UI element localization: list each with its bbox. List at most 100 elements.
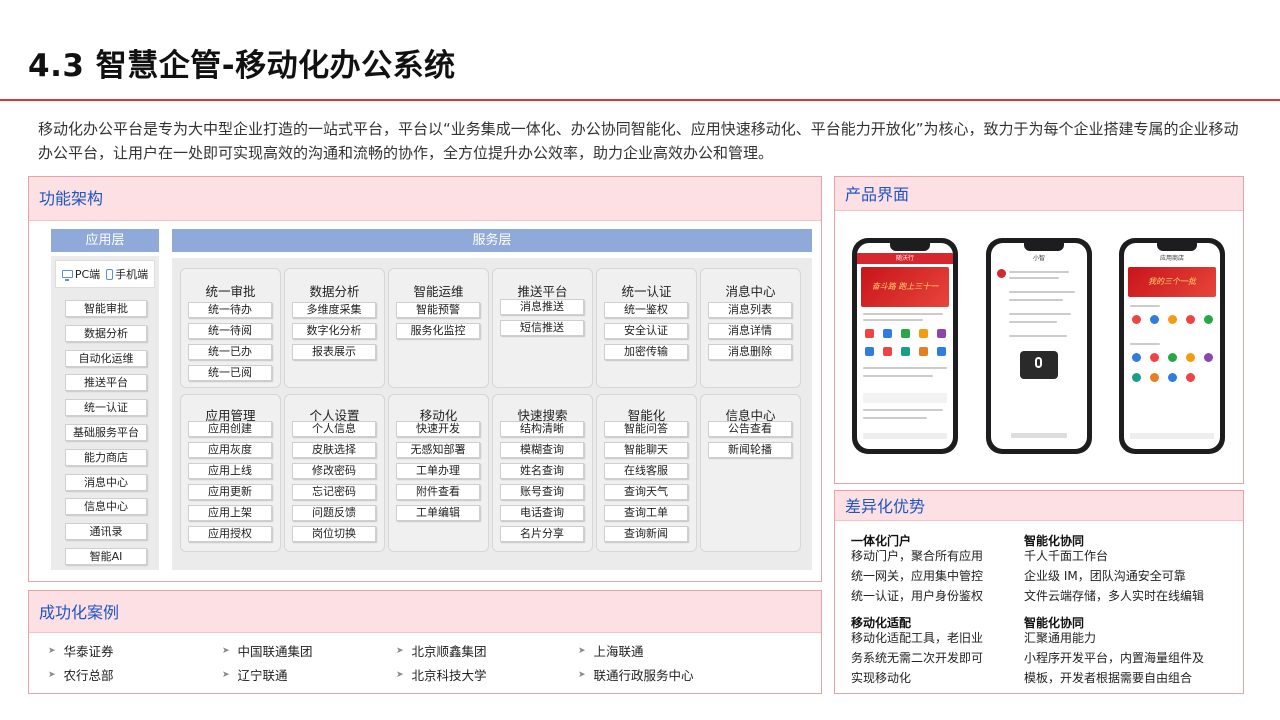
service-item[interactable]: 统一已阅 xyxy=(188,365,272,381)
arrow-bullet-icon: ➤ xyxy=(578,645,586,656)
service-item[interactable]: 应用更新 xyxy=(188,484,272,500)
case-item: ➤ 联通行政服务中心 xyxy=(578,665,694,684)
app-layer-item[interactable]: 推送平台 xyxy=(65,374,147,392)
phone-icon xyxy=(106,268,114,280)
service-item[interactable]: 应用授权 xyxy=(188,526,272,542)
app-layer-item[interactable]: 基础服务平台 xyxy=(65,424,147,441)
app-icon xyxy=(1150,315,1159,324)
service-item[interactable]: 忘记密码 xyxy=(292,484,376,500)
arrow-bullet-icon: ➤ xyxy=(578,669,586,680)
service-item[interactable]: 短信推送 xyxy=(500,320,584,336)
arrow-bullet-icon: ➤ xyxy=(48,645,56,656)
service-item[interactable]: 消息详情 xyxy=(708,323,792,339)
service-item[interactable]: 多维度采集 xyxy=(292,302,376,318)
service-item[interactable]: 加密传输 xyxy=(604,344,688,360)
app-icon xyxy=(919,347,928,356)
service-item[interactable]: 名片分享 xyxy=(500,526,584,542)
service-item[interactable]: 安全认证 xyxy=(604,323,688,339)
service-item[interactable]: 快速开发 xyxy=(396,421,480,437)
arrow-bullet-icon: ➤ xyxy=(396,645,404,656)
service-item[interactable]: 账号查询 xyxy=(500,484,584,500)
case-name: 北京科技大学 xyxy=(411,668,487,683)
pc-device: PC端 xyxy=(61,266,101,282)
phone-mockup-assistant: 小智 xyxy=(986,238,1092,454)
app-layer-item[interactable]: 通讯录 xyxy=(65,523,147,541)
service-item[interactable]: 数字化分析 xyxy=(292,323,376,339)
app-icon xyxy=(1132,373,1141,382)
service-item[interactable]: 智能预警 xyxy=(396,302,480,318)
service-item[interactable]: 应用上线 xyxy=(188,463,272,479)
service-item[interactable]: 结构清晰 xyxy=(500,421,584,437)
service-module: 智能运维 智能预警 服务化监控 xyxy=(388,268,489,388)
phone-mockup-home: 随沃行 奋斗路 跑上三十一 xyxy=(852,238,958,454)
app-icon xyxy=(1186,353,1195,362)
app-layer-item[interactable]: 智能审批 xyxy=(65,300,147,317)
app-layer-item[interactable]: 数据分析 xyxy=(65,324,147,342)
service-item[interactable]: 应用上架 xyxy=(188,505,272,521)
phone-screen: 小智 xyxy=(991,243,1087,449)
service-item[interactable]: 智能聊天 xyxy=(604,442,688,458)
advantage-text: 模板，开发者根据需要自由组合 xyxy=(1024,671,1193,685)
service-item[interactable]: 电话查询 xyxy=(500,505,584,521)
service-item[interactable]: 查询天气 xyxy=(604,484,688,500)
service-item[interactable]: 统一待办 xyxy=(188,302,272,318)
case-name: 农行总部 xyxy=(63,668,114,683)
service-item[interactable]: 服务化监控 xyxy=(396,323,480,339)
service-item[interactable]: 新闻轮播 xyxy=(708,442,792,458)
device-types: PC端 手机端 xyxy=(55,260,155,288)
service-item[interactable]: 统一已办 xyxy=(188,344,272,360)
app-layer-item[interactable]: 统一认证 xyxy=(65,399,147,417)
service-item[interactable]: 个人信息 xyxy=(292,421,376,437)
service-item[interactable]: 工单办理 xyxy=(396,463,480,479)
page-title: 4.3 智慧企管-移动化办公系统 xyxy=(28,48,456,84)
service-item[interactable]: 工单编辑 xyxy=(396,505,480,521)
service-item[interactable]: 公告查看 xyxy=(708,421,792,437)
case-name: 华泰证券 xyxy=(63,644,114,659)
service-item[interactable]: 统一鉴权 xyxy=(604,302,688,318)
service-item[interactable]: 皮肤选择 xyxy=(292,442,376,458)
advantage-text: 实现移动化 xyxy=(851,671,912,685)
app-layer-item[interactable]: 消息中心 xyxy=(65,473,147,491)
service-item[interactable]: 智能问答 xyxy=(604,421,688,437)
app-layer-item[interactable]: 信息中心 xyxy=(65,498,147,516)
case-name: 辽宁联通 xyxy=(237,668,288,683)
service-item[interactable]: 姓名查询 xyxy=(500,463,584,479)
service-item[interactable]: 在线客服 xyxy=(604,463,688,479)
service-item[interactable]: 消息删除 xyxy=(708,344,792,360)
app-layer-item[interactable]: 智能AI xyxy=(65,548,147,565)
differentiation-panel-title: 差异化优势 xyxy=(835,491,1243,521)
screen-header: 随沃行 xyxy=(857,253,953,264)
service-module: 移动化 快速开发 无感知部署 工单办理 附件查看 工单编辑 xyxy=(388,394,489,552)
service-item[interactable]: 查询工单 xyxy=(604,505,688,521)
service-item[interactable]: 无感知部署 xyxy=(396,442,480,458)
service-module: 数据分析 多维度采集 数字化分析 报表展示 xyxy=(284,268,385,388)
service-module: 快速搜索 结构清晰 模糊查询 姓名查询 账号查询 电话查询 名片分享 xyxy=(492,394,593,552)
service-item[interactable]: 岗位切换 xyxy=(292,526,376,542)
case-item: ➤ 北京科技大学 xyxy=(396,665,487,684)
service-item[interactable]: 修改密码 xyxy=(292,463,376,479)
app-layer-item[interactable]: 能力商店 xyxy=(65,448,147,466)
monitor-icon xyxy=(61,270,73,281)
screen-header: 小智 xyxy=(1032,255,1045,262)
microphone-icon xyxy=(1035,357,1042,368)
service-item[interactable]: 消息列表 xyxy=(708,302,792,318)
service-layer-header: 服务层 xyxy=(172,229,812,252)
product-panel-title: 产品界面 xyxy=(835,177,1243,211)
service-item[interactable]: 统一待阅 xyxy=(188,323,272,339)
advantage-text: 务系统无需二次开发即可 xyxy=(851,651,984,665)
service-item[interactable]: 附件查看 xyxy=(396,484,480,500)
service-item[interactable]: 应用灰度 xyxy=(188,442,272,458)
service-item[interactable]: 问题反馈 xyxy=(292,505,376,521)
pc-label: PC端 xyxy=(74,268,101,281)
service-item[interactable]: 应用创建 xyxy=(188,421,272,437)
service-module: 统一认证 统一鉴权 安全认证 加密传输 xyxy=(596,268,697,388)
service-module-title: 统一审批 xyxy=(205,284,256,299)
promo-banner: 奋斗路 跑上三十一 xyxy=(861,267,949,307)
app-layer-item[interactable]: 自动化运维 xyxy=(65,349,147,367)
app-layer-column: PC端 手机端 智能审批数据分析自动化运维推送平台统一认证基础服务平台 能力商店消… xyxy=(51,256,159,570)
service-item[interactable]: 模糊查询 xyxy=(500,442,584,458)
service-item[interactable]: 报表展示 xyxy=(292,344,376,360)
service-item[interactable]: 消息推送 xyxy=(500,299,584,315)
app-icon xyxy=(1132,315,1141,324)
service-item[interactable]: 查询新闻 xyxy=(604,526,688,542)
